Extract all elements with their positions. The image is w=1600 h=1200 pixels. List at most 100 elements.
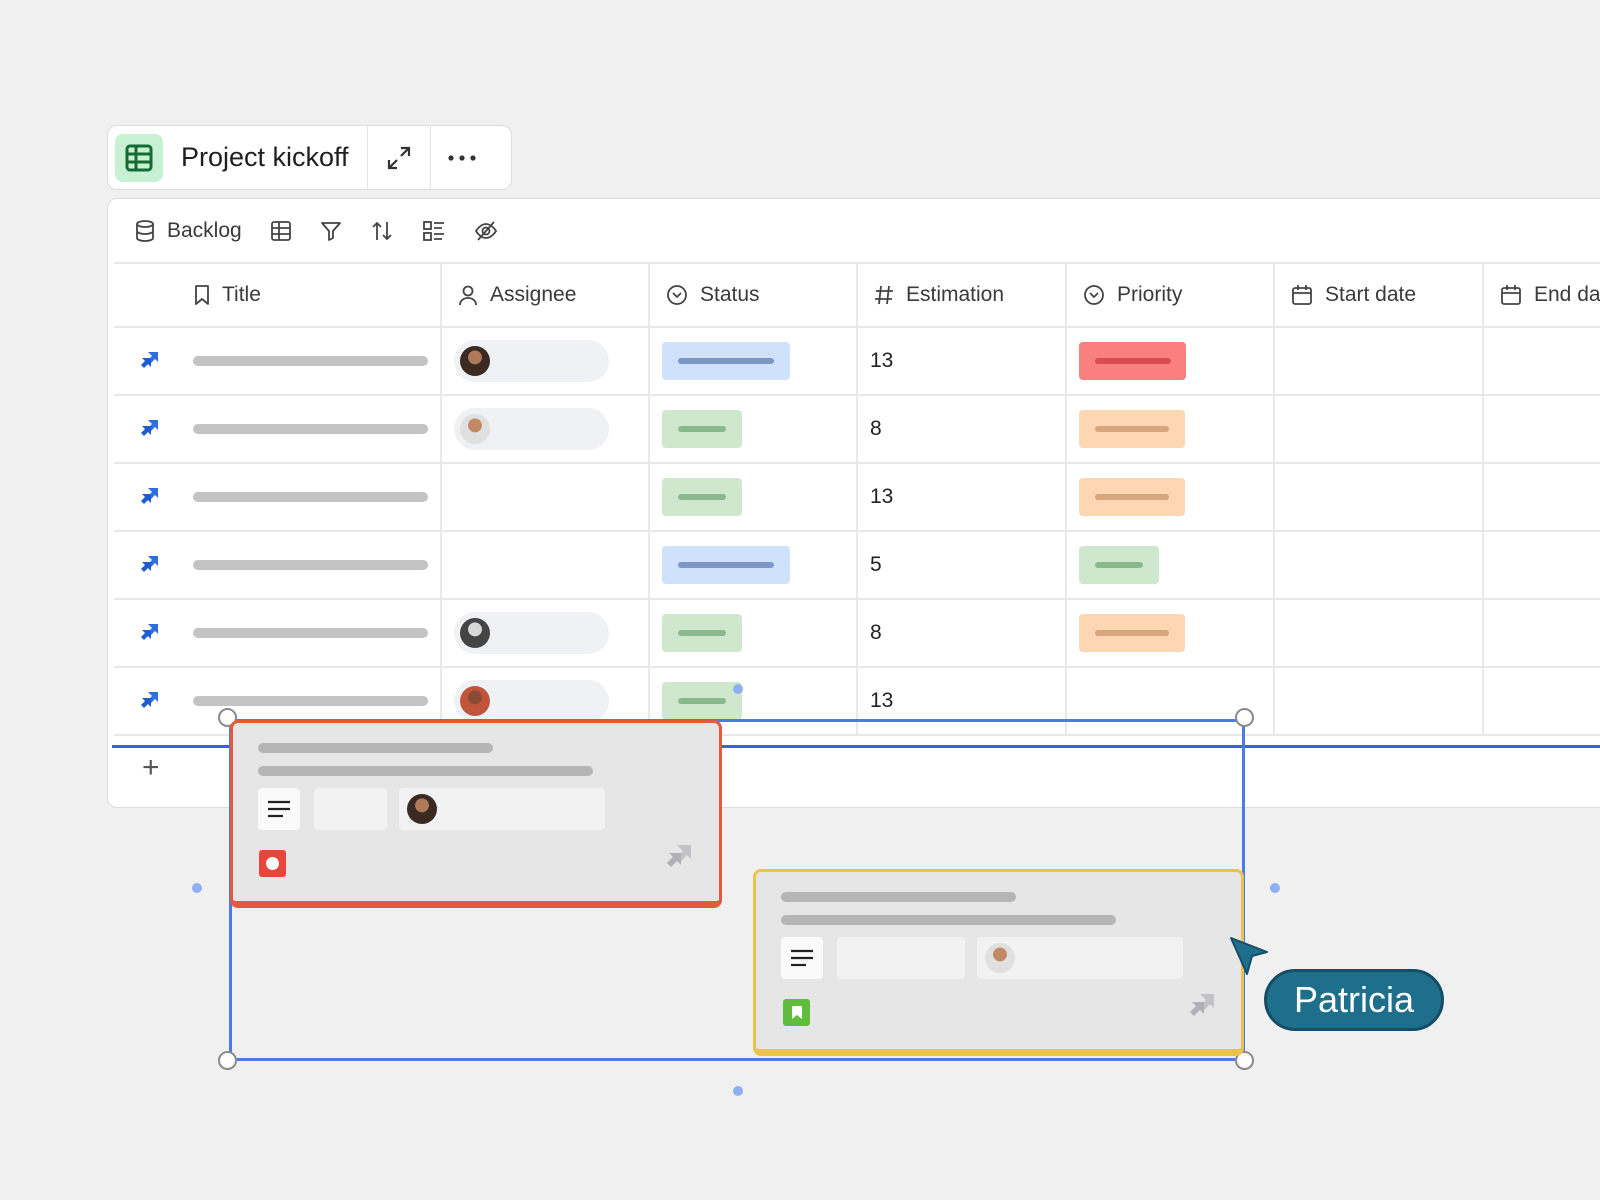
status-tag[interactable] bbox=[662, 682, 742, 720]
connector-point-bottom[interactable] bbox=[733, 1086, 743, 1096]
more-icon bbox=[448, 154, 476, 161]
priority-cell[interactable] bbox=[1067, 532, 1275, 598]
description-button[interactable] bbox=[258, 788, 300, 830]
resize-handle-top-right[interactable] bbox=[1235, 708, 1254, 727]
table-row[interactable]: 13 bbox=[114, 464, 1600, 532]
priority-tag[interactable] bbox=[1079, 410, 1185, 448]
table-row[interactable]: 5 bbox=[114, 532, 1600, 600]
calendar-icon bbox=[1292, 285, 1312, 305]
estimation-value: 13 bbox=[870, 349, 894, 372]
end-date-cell[interactable] bbox=[1484, 396, 1600, 462]
card-field-chip[interactable] bbox=[837, 937, 965, 979]
estimation-cell[interactable]: 8 bbox=[858, 396, 1067, 462]
column-header-start-date[interactable]: Start date bbox=[1275, 264, 1484, 326]
title-cell[interactable] bbox=[114, 328, 442, 394]
table-row[interactable]: 8 bbox=[114, 600, 1600, 668]
status-cell[interactable] bbox=[650, 532, 858, 598]
expand-button[interactable] bbox=[368, 126, 431, 189]
assignee-cell[interactable] bbox=[442, 532, 650, 598]
description-button[interactable] bbox=[781, 937, 823, 979]
connector-point-right[interactable] bbox=[1270, 883, 1280, 893]
issue-card[interactable] bbox=[230, 720, 722, 908]
dropdown-circle-icon bbox=[667, 285, 687, 305]
issue-card[interactable] bbox=[753, 869, 1244, 1056]
assignee-pill[interactable] bbox=[454, 340, 609, 382]
column-header-estimation[interactable]: Estimation bbox=[858, 264, 1067, 326]
start-date-cell[interactable] bbox=[1275, 600, 1484, 666]
priority-tag[interactable] bbox=[1079, 342, 1186, 380]
group-button[interactable] bbox=[422, 220, 446, 242]
assignee-cell[interactable] bbox=[442, 396, 650, 462]
title-cell[interactable] bbox=[114, 532, 442, 598]
status-tag[interactable] bbox=[662, 342, 790, 380]
sort-button[interactable] bbox=[370, 220, 394, 242]
estimation-cell[interactable]: 8 bbox=[858, 600, 1067, 666]
priority-tag[interactable] bbox=[1079, 546, 1159, 584]
avatar bbox=[985, 943, 1015, 973]
column-header-title[interactable]: Title bbox=[114, 264, 442, 326]
hide-fields-button[interactable] bbox=[474, 220, 498, 242]
status-tag[interactable] bbox=[662, 614, 742, 652]
table-view-button[interactable] bbox=[270, 220, 292, 242]
resize-handle-bottom-left[interactable] bbox=[218, 1051, 237, 1070]
priority-cell[interactable] bbox=[1067, 464, 1275, 530]
assignee-pill[interactable] bbox=[454, 408, 609, 450]
assignee-pill[interactable] bbox=[454, 680, 609, 722]
start-date-cell[interactable] bbox=[1275, 464, 1484, 530]
hide-icon bbox=[474, 220, 497, 241]
status-cell[interactable] bbox=[650, 396, 858, 462]
end-date-cell[interactable] bbox=[1484, 668, 1600, 734]
column-header-priority[interactable]: Priority bbox=[1067, 264, 1275, 326]
status-cell[interactable] bbox=[650, 464, 858, 530]
plus-icon: + bbox=[142, 751, 160, 784]
title-cell[interactable] bbox=[114, 396, 442, 462]
card-assignee-chip[interactable] bbox=[977, 937, 1183, 979]
table-row[interactable]: 13 bbox=[114, 328, 1600, 396]
status-cell[interactable] bbox=[650, 328, 858, 394]
assignee-cell[interactable] bbox=[442, 464, 650, 530]
status-tag[interactable] bbox=[662, 546, 790, 584]
status-tag[interactable] bbox=[662, 478, 742, 516]
column-header-assignee[interactable]: Assignee bbox=[442, 264, 650, 326]
start-date-cell[interactable] bbox=[1275, 668, 1484, 734]
column-header-end-date[interactable]: End da bbox=[1484, 264, 1600, 326]
priority-tag[interactable] bbox=[1079, 614, 1185, 652]
priority-cell[interactable] bbox=[1067, 600, 1275, 666]
start-date-cell[interactable] bbox=[1275, 396, 1484, 462]
assignee-cell[interactable] bbox=[442, 328, 650, 394]
priority-cell[interactable] bbox=[1067, 328, 1275, 394]
collaborator-cursor-icon bbox=[1230, 937, 1268, 975]
backlog-source-button[interactable]: Backlog bbox=[135, 219, 242, 243]
estimation-cell[interactable]: 13 bbox=[858, 328, 1067, 394]
connector-point-top[interactable] bbox=[733, 684, 743, 694]
jira-icon bbox=[667, 845, 691, 867]
estimation-cell[interactable]: 5 bbox=[858, 532, 1067, 598]
start-date-cell[interactable] bbox=[1275, 532, 1484, 598]
filter-button[interactable] bbox=[320, 220, 342, 242]
jira-icon bbox=[141, 488, 158, 504]
document-title-group[interactable]: Project kickoff bbox=[108, 126, 368, 189]
assignee-pill[interactable] bbox=[454, 612, 609, 654]
lines-icon bbox=[268, 800, 290, 818]
start-date-cell[interactable] bbox=[1275, 328, 1484, 394]
more-options-button[interactable] bbox=[431, 126, 494, 189]
card-field-chip[interactable] bbox=[314, 788, 387, 830]
title-cell[interactable] bbox=[114, 464, 442, 530]
card-assignee-chip[interactable] bbox=[399, 788, 605, 830]
end-date-cell[interactable] bbox=[1484, 532, 1600, 598]
priority-tag[interactable] bbox=[1079, 478, 1185, 516]
end-date-cell[interactable] bbox=[1484, 464, 1600, 530]
estimation-cell[interactable]: 13 bbox=[858, 464, 1067, 530]
title-cell[interactable] bbox=[114, 600, 442, 666]
assignee-cell[interactable] bbox=[442, 600, 650, 666]
filter-icon bbox=[320, 221, 341, 241]
priority-cell[interactable] bbox=[1067, 396, 1275, 462]
table-row[interactable]: 8 bbox=[114, 396, 1600, 464]
end-date-cell[interactable] bbox=[1484, 328, 1600, 394]
status-tag[interactable] bbox=[662, 410, 742, 448]
end-date-cell[interactable] bbox=[1484, 600, 1600, 666]
column-header-status[interactable]: Status bbox=[650, 264, 858, 326]
hash-icon bbox=[875, 285, 893, 305]
status-cell[interactable] bbox=[650, 600, 858, 666]
connector-point-left[interactable] bbox=[192, 883, 202, 893]
